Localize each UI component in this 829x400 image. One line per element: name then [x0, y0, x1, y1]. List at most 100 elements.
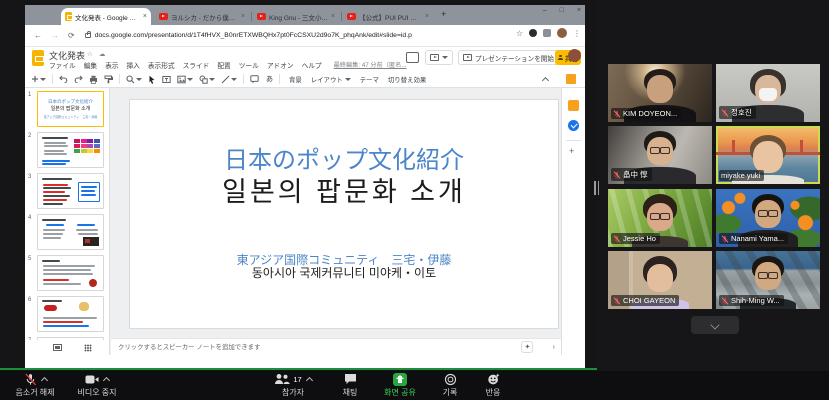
- browser-menu-icon[interactable]: ⋮: [573, 29, 581, 38]
- speaker-notes-area[interactable]: クリックするとスピーカー ノートを追加できます ›: [111, 338, 561, 355]
- star-doc-icon[interactable]: ☆: [87, 50, 93, 58]
- tab-close-icon[interactable]: ×: [241, 13, 245, 20]
- menu-addons[interactable]: アドオン: [267, 60, 294, 70]
- extension-icon[interactable]: [543, 29, 551, 37]
- camera-icon: [85, 374, 99, 385]
- glasses: [649, 213, 671, 219]
- slide-thumbnail-4[interactable]: [37, 214, 104, 250]
- new-tab-button[interactable]: +: [441, 9, 446, 19]
- record-button[interactable]: 기록: [430, 372, 470, 399]
- video-tile-jung-hojin[interactable]: 정호진: [716, 64, 820, 122]
- account-avatar[interactable]: [568, 49, 581, 62]
- menu-format[interactable]: 表示形式: [148, 60, 175, 70]
- text-box-icon[interactable]: [162, 75, 171, 84]
- redo-icon[interactable]: [74, 75, 83, 83]
- participant-nametag: KIM DOYEON...: [611, 108, 681, 119]
- video-tile-miyake-yuki-active-speaker[interactable]: miyake yuki: [716, 126, 820, 184]
- browser-profile-avatar[interactable]: [557, 28, 567, 38]
- insert-shape-icon[interactable]: [199, 75, 215, 84]
- tab-youtube-yorushika[interactable]: ヨルシカ - だから僕は音楽を辞めた… ×: [155, 8, 249, 25]
- youtube-favicon: [257, 13, 266, 20]
- mic-options-chevron-icon[interactable]: [40, 376, 47, 383]
- maximize-button[interactable]: □: [560, 7, 564, 14]
- slide-thumbnail-6[interactable]: [37, 296, 104, 332]
- chat-button[interactable]: 채팅: [330, 372, 370, 399]
- speaker-notes-placeholder: クリックするとスピーカー ノートを追加できます: [118, 342, 260, 351]
- present-in-window-button[interactable]: [425, 50, 453, 65]
- side-panel-toggle-icon[interactable]: ›: [553, 344, 555, 351]
- keep-icon[interactable]: [568, 100, 579, 111]
- participants-options-chevron-icon[interactable]: [306, 376, 313, 383]
- explore-button[interactable]: [521, 341, 533, 353]
- menu-slide[interactable]: スライド: [183, 60, 210, 70]
- cloud-status-icon: ☁: [99, 50, 106, 58]
- background-button[interactable]: 背景: [289, 75, 302, 84]
- video-tile-shih-ming[interactable]: Shih-Ming W...: [716, 251, 820, 309]
- ime-text-icon[interactable]: あ: [266, 74, 273, 84]
- last-edit-link[interactable]: 最終編集: 47 分前（匿名...: [334, 60, 407, 70]
- panel-resize-handle[interactable]: [594, 181, 601, 195]
- close-button[interactable]: ×: [577, 7, 581, 14]
- slide-thumbnail-1[interactable]: 日本のポップ文化紹介 일본의 팝문화 소개 東アジア国際コミュニティ 三宅・伊藤: [37, 91, 104, 127]
- filmstrip-view-icon[interactable]: [53, 344, 62, 351]
- extension-icon[interactable]: [529, 29, 537, 37]
- paint-format-icon[interactable]: [104, 75, 113, 84]
- zoom-tool-icon[interactable]: [126, 75, 142, 84]
- collapse-toolbar-icon[interactable]: [542, 76, 549, 83]
- stop-video-button[interactable]: 비디오 중지: [68, 372, 126, 399]
- menu-insert[interactable]: 挿入: [127, 60, 140, 70]
- tab-close-icon[interactable]: ×: [331, 13, 335, 20]
- insert-line-icon[interactable]: [221, 75, 237, 84]
- current-slide[interactable]: 日本のポップ文化紹介 일본의 팝문화 소개 東アジア国際コミュニティ 三宅・伊藤…: [130, 100, 558, 328]
- layout-button[interactable]: レイアウト: [311, 75, 351, 84]
- undo-icon[interactable]: [59, 75, 68, 83]
- menu-arrange[interactable]: 配置: [217, 60, 230, 70]
- video-tile-hatanaka[interactable]: 畠中 惇: [608, 126, 712, 184]
- url-omnibox[interactable]: docs.google.com/presentation/d/1T4fHVX_B…: [85, 28, 505, 43]
- insert-comment-icon[interactable]: [250, 75, 259, 84]
- transition-button[interactable]: 切り替え効果: [388, 75, 426, 84]
- participants-button[interactable]: 17 참가자: [264, 372, 322, 399]
- tab-youtube-molcar[interactable]: 【公式】PUI PUI モルカー 第1話… ×: [343, 8, 433, 25]
- slide-thumbnail-2[interactable]: [37, 132, 104, 168]
- back-icon[interactable]: ←: [34, 31, 42, 40]
- video-tile-kim-doyeon[interactable]: KIM DOYEON...: [608, 64, 712, 122]
- minimize-button[interactable]: –: [543, 7, 547, 14]
- tab-close-icon[interactable]: ×: [425, 13, 429, 20]
- share-screen-button[interactable]: 화면 공유: [374, 372, 426, 399]
- tab-slides[interactable]: 文化発表 - Google スライド ×: [61, 8, 151, 25]
- menu-view[interactable]: 表示: [105, 60, 118, 70]
- grid-view-icon[interactable]: [84, 344, 92, 352]
- scroll-participants-down-button[interactable]: [691, 316, 739, 334]
- menu-edit[interactable]: 編集: [84, 60, 97, 70]
- theme-button[interactable]: テーマ: [360, 75, 379, 84]
- bookmark-star-icon[interactable]: ☆: [516, 29, 523, 38]
- slide-thumbnail-5[interactable]: [37, 255, 104, 291]
- slide-thumbnail-3[interactable]: [37, 173, 104, 209]
- video-tile-jessie-ho[interactable]: Jessie Ho: [608, 189, 712, 247]
- menu-file[interactable]: ファイル: [49, 60, 76, 70]
- menu-help[interactable]: ヘルプ: [302, 60, 322, 70]
- comment-history-icon[interactable]: [406, 52, 419, 63]
- tab-youtube-kinggnu[interactable]: King Gnu - 三文小説 - YouTube ×: [253, 8, 339, 25]
- tasks-icon[interactable]: [568, 120, 579, 131]
- forward-icon[interactable]: →: [51, 31, 59, 40]
- insert-image-icon[interactable]: [177, 75, 193, 84]
- participants-icon: [274, 373, 290, 385]
- tab-close-icon[interactable]: ×: [143, 13, 147, 20]
- menu-tools[interactable]: ツール: [239, 60, 259, 70]
- get-addons-icon[interactable]: +: [569, 146, 574, 156]
- reactions-button[interactable]: 반응: [473, 372, 513, 399]
- present-display-icon: [463, 54, 472, 61]
- tab-title: King Gnu - 三文小説 - YouTube: [269, 12, 328, 22]
- video-tile-choi-gayeon[interactable]: CHOI GAYEON: [608, 251, 712, 309]
- new-slide-button[interactable]: [31, 75, 46, 83]
- unmute-button[interactable]: 음소거 해제: [8, 372, 62, 399]
- video-tile-nanami[interactable]: Nanami Yama...: [716, 189, 820, 247]
- refresh-icon[interactable]: ⟳: [68, 31, 75, 40]
- slide-number: 2: [28, 133, 31, 139]
- select-cursor-icon[interactable]: [148, 75, 156, 84]
- video-options-chevron-icon[interactable]: [103, 376, 110, 383]
- chevron-down-icon: [209, 78, 215, 81]
- print-icon[interactable]: [89, 75, 98, 84]
